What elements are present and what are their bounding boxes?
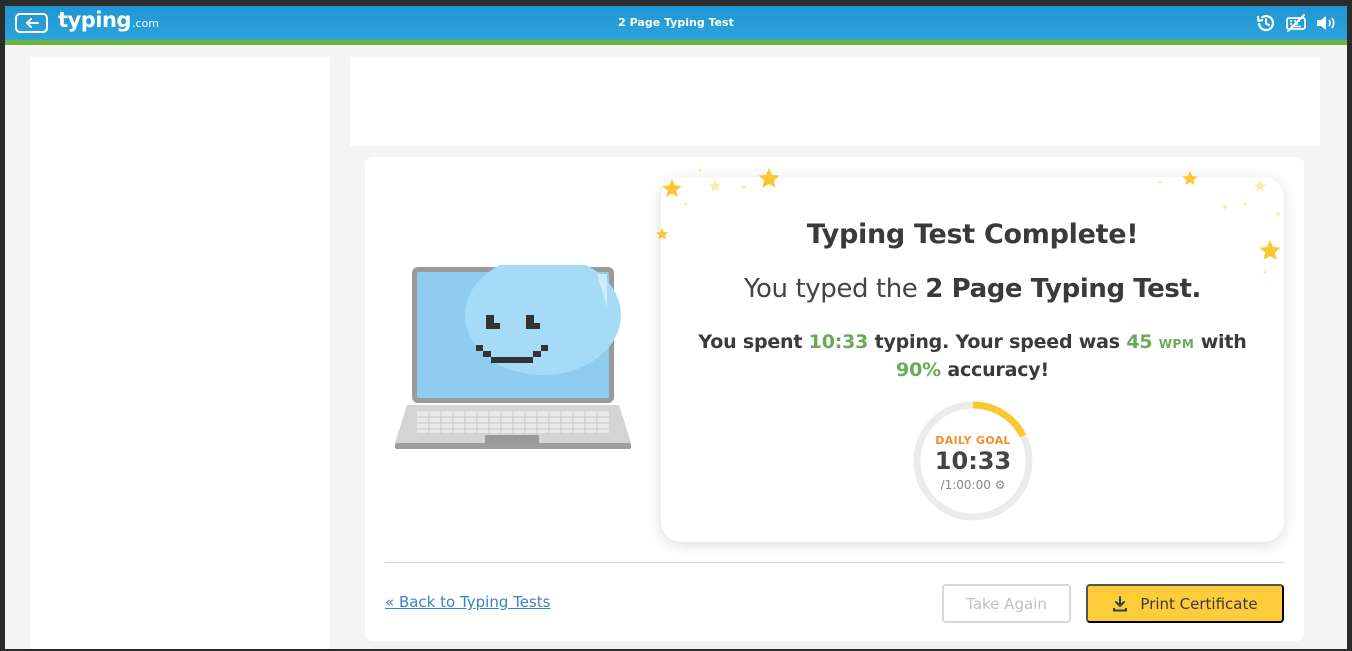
volume-icon[interactable] [1315, 13, 1337, 33]
daily-goal-label: DAILY GOAL [935, 434, 1011, 447]
app-frame: typing .com 2 Page Typing Test Typing Te… [5, 6, 1347, 649]
card-divider [385, 562, 1284, 563]
accuracy-prefix: with [1200, 331, 1247, 353]
result-subtitle: You typed the 2 Page Typing Test. [661, 274, 1284, 304]
download-icon [1113, 595, 1128, 611]
print-certificate-button[interactable]: Print Certificate [1086, 584, 1284, 623]
accuracy-value: 90% [896, 359, 941, 381]
left-sidebar-panel [30, 57, 330, 649]
top-icon-group [1255, 13, 1337, 33]
results-speech-bubble: Typing Test Complete! You typed the 2 Pa… [661, 177, 1284, 542]
daily-goal-target: /1:00:00 ⚙ [911, 478, 1035, 492]
results-card: Typing Test Complete! You typed the 2 Pa… [365, 157, 1304, 641]
result-stats: You spent 10:33 typing. Your speed was 4… [691, 329, 1254, 383]
print-certificate-label: Print Certificate [1140, 594, 1258, 613]
daily-goal-ring[interactable]: DAILY GOAL 10:33 /1:00:00 ⚙ [911, 399, 1035, 523]
top-banner-panel [350, 57, 1320, 146]
page-title: 2 Page Typing Test [618, 16, 734, 29]
wpm-unit: WPM [1158, 337, 1195, 351]
speed-prefix: typing. Your speed was [874, 331, 1121, 353]
keyboard-off-icon[interactable] [1285, 13, 1307, 33]
accuracy-suffix: accuracy! [947, 359, 1049, 381]
smiling-laptop-illustration [395, 265, 631, 449]
back-to-typing-tests-link[interactable]: « Back to Typing Tests [385, 593, 551, 611]
wpm-value: 45 [1126, 331, 1153, 353]
top-bar-stripe [5, 40, 1347, 45]
gear-icon[interactable]: ⚙ [995, 478, 1006, 492]
time-spent: 10:33 [808, 331, 869, 353]
subtitle-prefix: You typed the [743, 274, 918, 304]
take-again-button[interactable]: Take Again [942, 584, 1071, 623]
daily-goal-time: 10:33 [934, 447, 1012, 475]
spent-prefix: You spent [698, 331, 803, 353]
top-bar: typing .com 2 Page Typing Test [5, 6, 1347, 40]
result-title: Typing Test Complete! [806, 219, 1139, 250]
daily-goal-target-text: /1:00:00 [940, 478, 991, 492]
test-name: 2 Page Typing Test. [925, 274, 1201, 304]
history-icon[interactable] [1255, 13, 1277, 33]
